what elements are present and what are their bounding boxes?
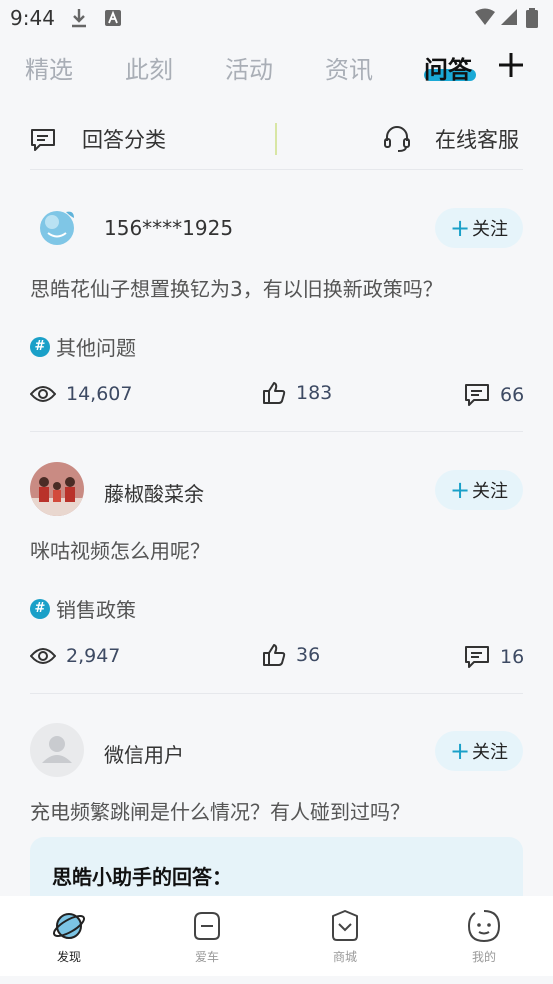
question-card[interactable]: 156****1925 + 关注 思皓花仙子想置换钇为3，有以旧换新政策吗？ #… (30, 200, 524, 432)
views-count: 14,607 (66, 383, 133, 405)
assistant-answer-box[interactable]: 思皓小助手的回答： (30, 837, 523, 896)
thumbs-up-icon (263, 382, 286, 404)
gesture-bar (0, 976, 553, 984)
qa-toolbar: 回答分类 在线客服 (30, 110, 523, 170)
planet-icon (52, 913, 86, 939)
username[interactable]: 藤椒酸菜余 (104, 478, 204, 507)
nav-label: 我的 (471, 950, 496, 964)
tab-zixun[interactable]: 资讯 (325, 50, 373, 85)
default-user-avatar-icon (30, 723, 84, 777)
tab-huodong[interactable]: 活动 (225, 50, 273, 85)
topic-label: 其他问题 (56, 336, 136, 360)
headset-icon (384, 126, 410, 152)
eye-icon (30, 648, 56, 664)
hash-icon: # (30, 598, 50, 619)
follow-button[interactable]: + 关注 (435, 470, 523, 510)
plus-icon: + (449, 214, 471, 242)
tab-jingxuan[interactable]: 精选 (25, 50, 73, 85)
question-text[interactable]: 思皓花仙子想置换钇为3，有以旧换新政策吗？ (30, 273, 443, 302)
status-time: 9:44 (10, 6, 55, 30)
username[interactable]: 微信用户 (104, 739, 184, 768)
nav-discover[interactable]: 发现 (34, 908, 104, 965)
plus-icon: + (449, 737, 471, 765)
views-stat: 2,947 (30, 645, 120, 667)
avatar[interactable] (30, 723, 84, 777)
plus-icon[interactable] (496, 50, 526, 80)
download-icon (72, 9, 86, 28)
divider (30, 693, 523, 694)
avatar[interactable] (30, 462, 84, 516)
eye-icon (30, 386, 56, 402)
divider (30, 431, 523, 432)
battery-icon (526, 8, 538, 28)
status-bar: 9:44 (0, 0, 553, 36)
question-text[interactable]: 充电频繁跳闸是什么情况？有人碰到过吗？ (30, 796, 410, 825)
face-icon (467, 910, 501, 943)
bottom-nav: 发现 爱车 商城 我的 (0, 896, 553, 976)
nav-label: 爱车 (194, 950, 219, 964)
likes-count: 36 (296, 644, 321, 666)
nav-mine[interactable]: 我的 (449, 908, 519, 965)
question-card[interactable]: 微信用户 + 关注 充电频繁跳闸是什么情况？有人碰到过吗？ 思皓小助手的回答： (30, 723, 523, 896)
question-card[interactable]: 藤椒酸菜余 + 关注 咪咕视频怎么用呢？ # 销售政策 2,947 36 16 (30, 462, 524, 694)
follow-button[interactable]: + 关注 (435, 731, 523, 771)
comments-count: 66 (500, 384, 525, 406)
follow-label: 关注 (472, 742, 509, 763)
a-square-icon (105, 10, 121, 26)
tab-wenda[interactable]: 问答 (424, 50, 472, 85)
comment-icon (465, 384, 489, 406)
topic-tag[interactable]: # 销售政策 (30, 594, 136, 623)
nav-car[interactable]: 爱车 (172, 908, 242, 965)
car-icon (194, 912, 220, 940)
topic-tag[interactable]: # 其他问题 (30, 332, 136, 361)
nav-shop[interactable]: 商城 (310, 908, 380, 965)
answer-title: 思皓小助手的回答： (52, 865, 232, 889)
views-count: 2,947 (66, 645, 121, 667)
topic-label: 销售政策 (56, 598, 136, 622)
thumbs-up-icon (263, 644, 286, 666)
likes-stat[interactable]: 183 (262, 381, 332, 405)
droplet-avatar-icon (30, 200, 84, 254)
signal-icon (501, 9, 517, 25)
nav-label: 商城 (332, 950, 357, 964)
plus-icon: + (449, 476, 471, 504)
follow-label: 关注 (472, 481, 509, 502)
comments-count: 16 (500, 646, 525, 668)
follow-label: 关注 (472, 219, 509, 240)
top-tabs: 精选 此刻 活动 资讯 问答 (0, 40, 553, 92)
category-icon (31, 129, 55, 151)
tab-cike[interactable]: 此刻 (125, 50, 173, 85)
comments-stat[interactable]: 16 (464, 645, 524, 669)
comment-icon (465, 646, 489, 668)
follow-button[interactable]: + 关注 (435, 208, 523, 248)
comments-stat[interactable]: 66 (464, 383, 524, 407)
question-text[interactable]: 咪咕视频怎么用呢？ (30, 535, 210, 564)
views-stat: 14,607 (30, 383, 132, 405)
likes-count: 183 (296, 382, 333, 404)
online-service-button[interactable]: 在线客服 (435, 124, 519, 154)
username[interactable]: 156****1925 (104, 216, 233, 240)
nav-label: 发现 (56, 950, 81, 964)
shop-icon (332, 910, 358, 941)
wifi-icon (475, 8, 495, 25)
hash-icon: # (30, 336, 50, 357)
family-photo-avatar-icon (30, 462, 84, 516)
toolbar-divider (275, 123, 277, 155)
category-button[interactable]: 回答分类 (82, 124, 166, 154)
avatar[interactable] (30, 200, 84, 254)
likes-stat[interactable]: 36 (262, 643, 320, 667)
